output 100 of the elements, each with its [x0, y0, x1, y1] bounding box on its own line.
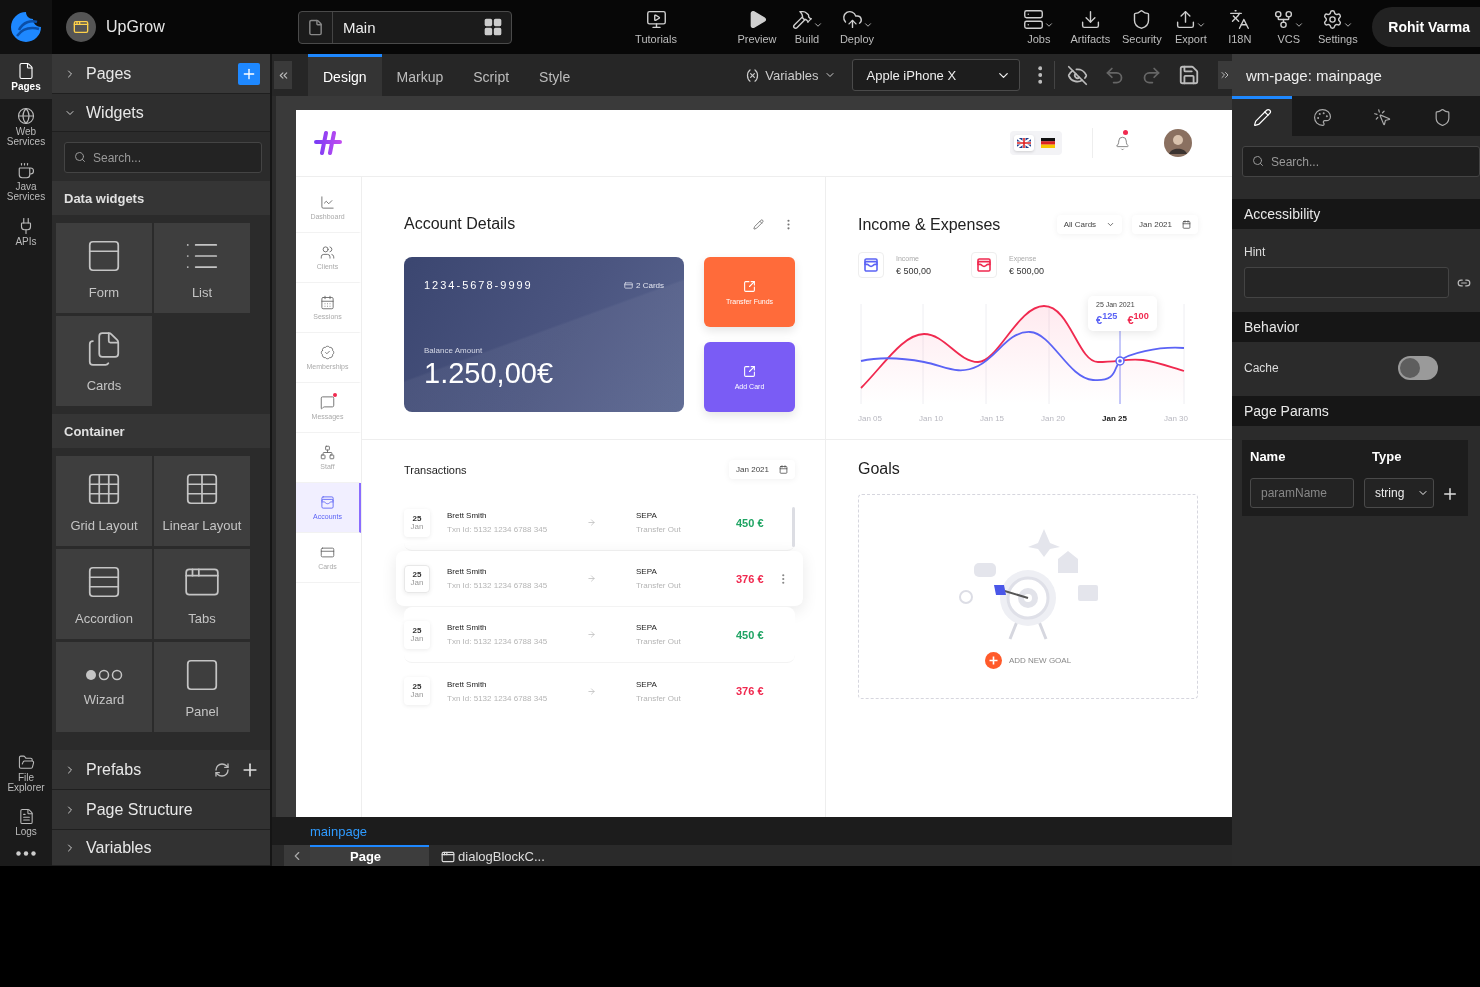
date-filter[interactable]: Jan 2021 — [729, 460, 795, 479]
date-month: Jan — [410, 691, 424, 699]
toolbar-button[interactable]: VCS — [1266, 9, 1312, 45]
search-field[interactable]: Search... — [64, 142, 262, 173]
widget-tile[interactable]: Wizard — [56, 642, 152, 732]
hint-field[interactable] — [1244, 267, 1449, 298]
widget-tile[interactable]: Cards — [56, 316, 152, 406]
rail-item[interactable]: Pages — [0, 54, 52, 99]
date-day: 25 — [412, 683, 422, 691]
cache-toggle[interactable] — [1398, 356, 1438, 380]
add-page-button[interactable] — [238, 62, 260, 85]
transaction-type: Transfer Out — [636, 693, 682, 703]
network-icon — [320, 445, 335, 460]
date-day: 25 — [412, 570, 422, 579]
param-name-field[interactable]: paramName — [1250, 478, 1354, 508]
widget-tile[interactable]: Form — [56, 223, 152, 313]
widget-tile[interactable]: List — [154, 223, 250, 313]
card-icon — [624, 280, 633, 290]
toolbar-button[interactable]: Security — [1119, 9, 1165, 45]
toolbar-button[interactable]: Deploy — [834, 9, 880, 45]
bottom-tab[interactable]: Page — [310, 845, 430, 866]
rail-item[interactable]: Web Services — [0, 98, 52, 154]
palette-icon — [1312, 108, 1332, 127]
editor-tab[interactable]: Script — [458, 54, 525, 96]
transfer-icon — [743, 279, 756, 293]
arrow-icon — [587, 574, 596, 583]
plus-icon[interactable] — [1441, 485, 1459, 503]
expand-button[interactable] — [1218, 61, 1232, 89]
save-icon[interactable] — [1178, 64, 1200, 86]
type-select[interactable]: string — [1364, 478, 1434, 508]
transfer-icon — [743, 364, 756, 378]
toolbar-button[interactable]: I18N — [1217, 9, 1263, 45]
group-title: Container — [52, 414, 270, 448]
transaction-id: Txn Id: 5132 1234 6788 345 — [447, 637, 549, 646]
property-tab[interactable] — [1232, 96, 1292, 136]
widget-tile[interactable]: Linear Layout — [154, 456, 250, 546]
transaction-id: Txn Id: 5132 1234 6788 345 — [447, 693, 549, 703]
collapse-button[interactable] — [274, 61, 292, 89]
search-icon — [1252, 155, 1264, 167]
widget-tile[interactable]: Grid Layout — [56, 456, 152, 546]
add-goal-button[interactable]: ADD NEW GOAL — [978, 651, 1078, 670]
date-month: Jan — [410, 578, 424, 587]
editor-tab[interactable]: Design — [308, 54, 382, 96]
breadcrumb-link[interactable]: mainpage — [310, 823, 368, 839]
widget-tile[interactable]: Panel — [154, 642, 250, 732]
rail-item[interactable]: Logs — [0, 799, 52, 843]
editor-tab[interactable]: Style — [524, 54, 586, 96]
wallet-icon — [320, 495, 335, 510]
refresh-icon[interactable] — [214, 761, 230, 778]
back-button[interactable] — [284, 845, 310, 866]
flag-button[interactable] — [1038, 135, 1058, 151]
translate-icon — [1229, 9, 1251, 30]
toolbar-button[interactable]: Preview — [734, 9, 780, 45]
section-header[interactable]: Prefabs — [52, 750, 270, 790]
card-filter[interactable]: All Cards — [1056, 215, 1123, 234]
page-selector[interactable]: Main — [298, 10, 512, 44]
more-icon[interactable] — [1037, 66, 1042, 84]
language-switcher[interactable] — [1010, 131, 1062, 155]
payment-method: SEPA — [636, 567, 658, 576]
toolbar-button[interactable]: Jobs — [1016, 9, 1062, 45]
editor-tab[interactable]: Markup — [381, 54, 459, 96]
toolbar-button[interactable]: Settings — [1315, 9, 1361, 45]
eye-off-icon[interactable] — [1067, 64, 1088, 86]
bottom-tab[interactable]: dialogBlockC... — [429, 845, 557, 866]
toolbar-button[interactable]: Tutorials — [630, 9, 682, 45]
device-select[interactable]: Apple iPhone X — [851, 59, 1020, 91]
tools-icon — [791, 9, 813, 30]
rail-item[interactable]: APIs — [0, 208, 52, 253]
flag-button[interactable] — [1014, 135, 1034, 151]
rail-item[interactable]: Java Services — [0, 153, 52, 209]
section-header[interactable]: Pages — [52, 54, 270, 94]
more-icon[interactable] — [782, 573, 785, 584]
dots-icon — [85, 667, 123, 682]
toolbar-button[interactable]: Build — [784, 9, 830, 45]
rail-item[interactable]: File Explorer — [0, 745, 52, 800]
toolbar-button[interactable]: Artifacts — [1065, 9, 1116, 45]
widget-tile[interactable]: Accordion — [56, 549, 152, 639]
transaction-id: Txn Id: 5132 1234 6788 345 — [447, 581, 549, 590]
payee-name: Brett Smith — [447, 679, 488, 689]
variables-button[interactable]: Variables — [739, 66, 842, 84]
bell-icon — [1115, 135, 1130, 151]
chart-icon — [320, 195, 335, 210]
user-menu[interactable]: Rohit Varma — [1372, 7, 1480, 47]
date-filter[interactable]: Jan 2021 — [1132, 215, 1198, 234]
cup-icon — [17, 161, 35, 180]
payee-name: Brett Smith — [447, 511, 488, 520]
field-label: Cache — [1244, 361, 1279, 375]
search-field[interactable]: Search... — [1242, 146, 1480, 177]
avatar[interactable] — [1164, 129, 1192, 157]
data-point[interactable] — [1115, 356, 1125, 366]
branch-icon — [1273, 9, 1295, 30]
flag-icon — [1017, 138, 1031, 148]
grid-icon — [483, 17, 503, 37]
edit-icon[interactable] — [753, 218, 764, 230]
section-header[interactable]: Page Structure — [52, 790, 270, 830]
section-header[interactable]: Variables — [52, 830, 270, 866]
field-label: Hint — [1244, 245, 1267, 259]
widget-tile[interactable]: Tabs — [154, 549, 250, 639]
toolbar-button[interactable]: Export — [1168, 9, 1214, 45]
transaction-row[interactable]: 25 Jan Brett Smith Txn Id: 5132 1234 6788 345 SEPA Transfer Out 376 € — [396, 551, 803, 607]
